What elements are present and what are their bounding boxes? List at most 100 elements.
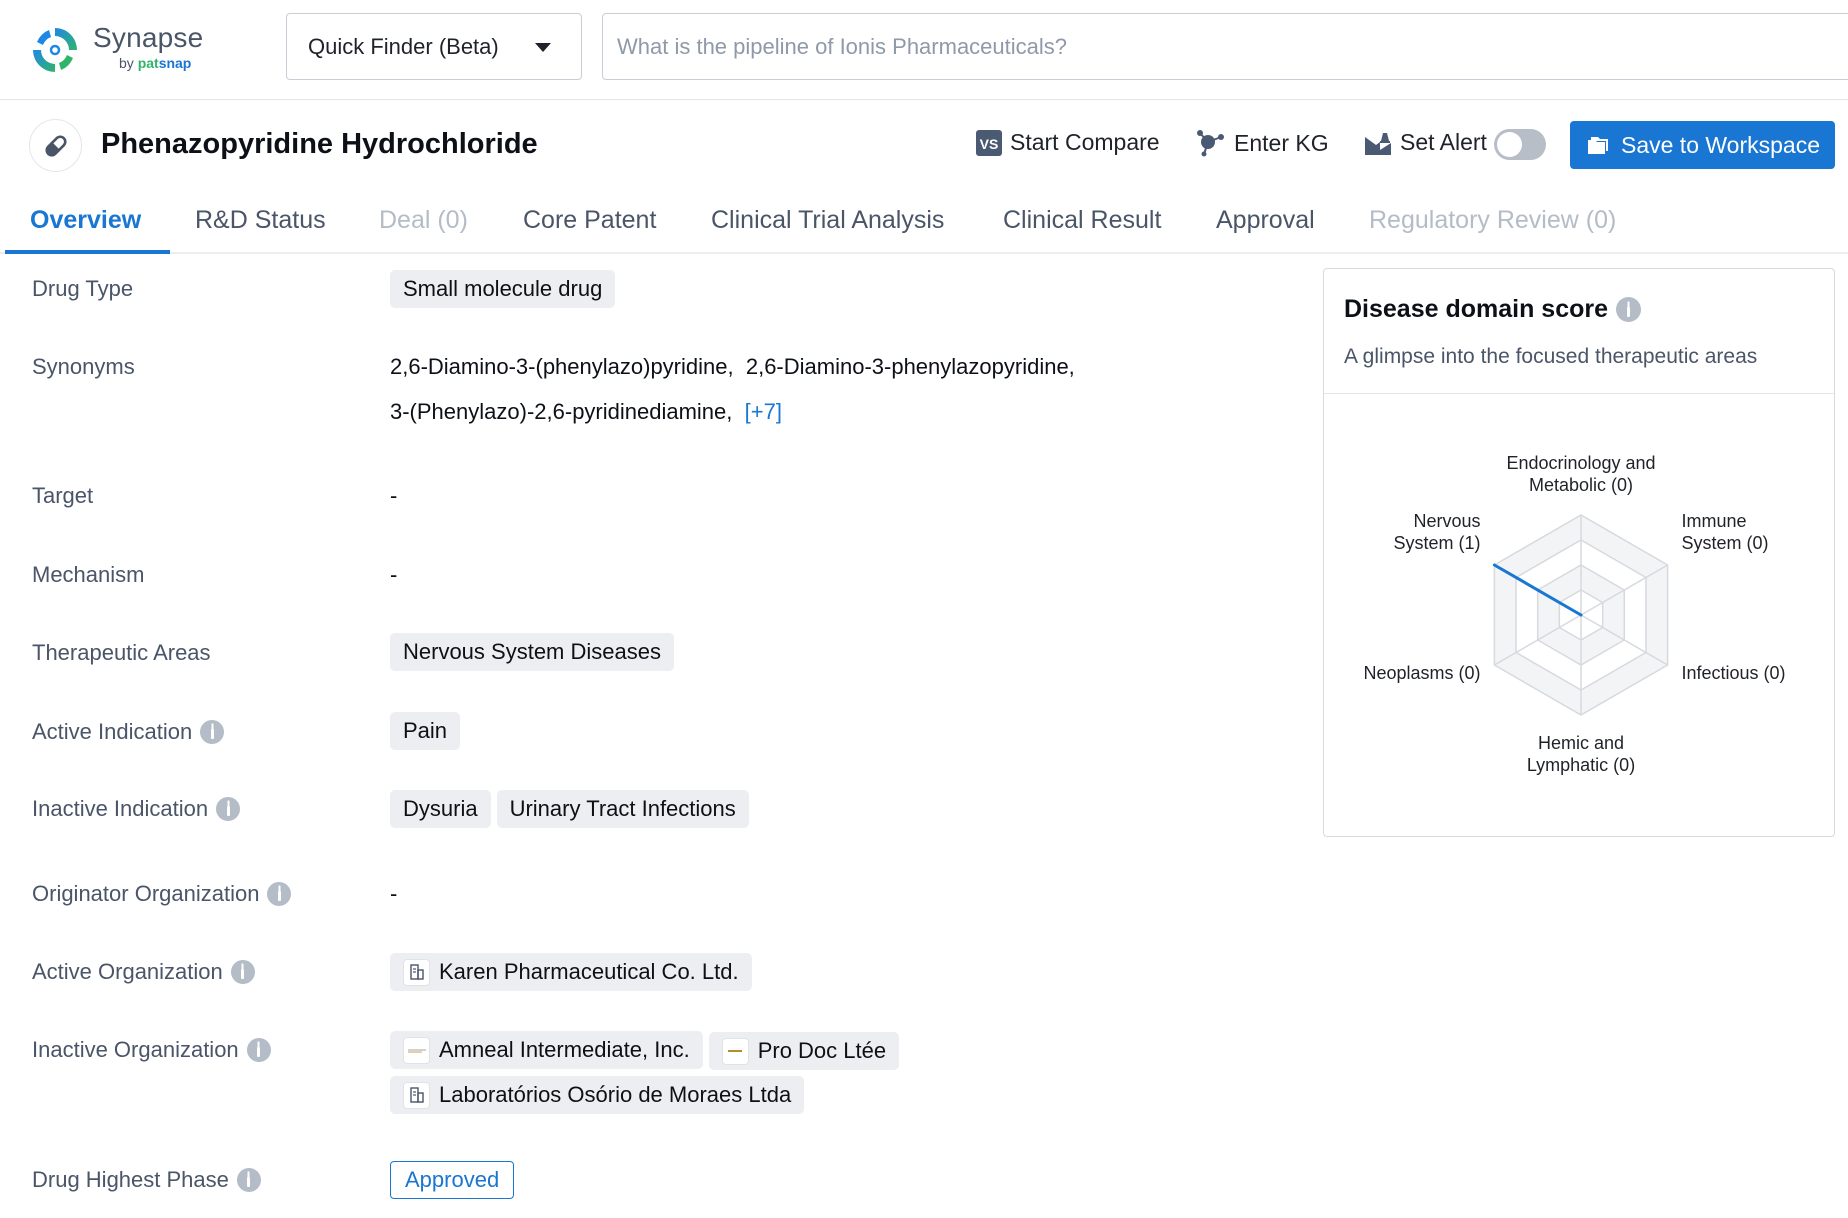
mechanism-label: Mechanism <box>32 562 144 588</box>
card-title-text: Disease domain score <box>1344 295 1609 323</box>
radar-axis-label: Infectious (0) <box>1681 663 1785 683</box>
knowledge-graph-icon <box>1197 130 1224 157</box>
folder-icon <box>1587 137 1608 154</box>
active-tab-indicator <box>5 250 170 254</box>
radar-axis-label: Nervous System (1) <box>1394 511 1481 553</box>
synonym-item: 3-(Phenylazo)-2,6-pyridinediamine, <box>390 399 733 424</box>
radar-axis-label-line: Immune <box>1681 511 1746 531</box>
logo-text: Synapse <box>93 22 204 53</box>
inactive-organization-label: Inactive Organization <box>32 1037 271 1063</box>
radar-axis-label-line: Metabolic (0) <box>1529 475 1633 495</box>
organization-chip[interactable]: Karen Pharmaceutical Co. Ltd. <box>390 953 752 991</box>
synonyms-more-link[interactable]: [+7] <box>745 399 782 424</box>
start-compare-button[interactable]: VS Start Compare <box>976 129 1160 156</box>
tab-regulatory-review[interactable]: Regulatory Review (0) <box>1369 206 1616 235</box>
set-alert-button[interactable]: Set Alert <box>1364 129 1487 156</box>
inactive-organization-value-line-2: Laboratórios Osório de Moraes Ltda <box>390 1076 810 1114</box>
radar-axis-label-line: Endocrinology and <box>1506 453 1655 473</box>
mechanism-label-text: Mechanism <box>32 562 145 587</box>
organization-name: Laboratórios Osório de Moraes Ltda <box>439 1082 792 1107</box>
active-indication-label: Active Indication <box>32 719 225 745</box>
target-value: - <box>390 483 398 508</box>
logo-subtitle: by patsnap <box>119 55 191 71</box>
amneal-logo-icon <box>403 1036 430 1064</box>
drug-type-chip: Small molecule drug <box>390 270 616 308</box>
set-alert-toggle[interactable] <box>1494 129 1546 160</box>
drug-type-label: Drug Type <box>32 276 133 302</box>
radar-axis-label-line: Hemic and <box>1538 733 1624 753</box>
radar-axis-label: Endocrinology and Metabolic (0) <box>1506 453 1655 495</box>
organization-name: Amneal Intermediate, Inc. <box>439 1037 690 1062</box>
card-title: Disease domain score <box>1344 295 1642 324</box>
building-icon <box>403 958 430 986</box>
search-input[interactable] <box>617 33 1848 60</box>
page-title: Phenazopyridine Hydrochloride <box>101 128 538 160</box>
organization-name: Pro Doc Ltée <box>757 1038 887 1063</box>
therapeutic-area-chip[interactable]: Nervous System Diseases <box>390 633 674 671</box>
mechanism-value: - <box>390 562 398 587</box>
info-icon[interactable] <box>267 882 292 906</box>
radar-chart: Endocrinology and Metabolic (0) Immune Syst… <box>1363 453 1785 775</box>
radar-axis-label-line: System (0) <box>1681 533 1768 553</box>
info-icon[interactable] <box>216 797 241 821</box>
set-alert-label: Set Alert <box>1400 129 1487 155</box>
disease-domain-card: Disease domain score A glimpse into the … <box>1323 268 1835 837</box>
radar-axis-label: Immune System (0) <box>1681 511 1768 553</box>
synonyms-label-text: Synonyms <box>32 354 135 379</box>
indication-chip[interactable]: Dysuria <box>390 790 491 828</box>
compare-icon: VS <box>976 129 1002 156</box>
inactive-organization-label-text: Inactive Organization <box>32 1037 239 1062</box>
organization-chip[interactable]: Amneal Intermediate, Inc. <box>390 1031 703 1069</box>
originator-organization-label-text: Originator Organization <box>32 881 260 906</box>
radar-axis-label: Neoplasms (0) <box>1363 663 1480 683</box>
drug-highest-phase-label-text: Drug Highest Phase <box>32 1167 229 1192</box>
radar-axis-label: Hemic and Lymphatic (0) <box>1527 733 1635 775</box>
building-icon <box>403 1081 430 1109</box>
svg-text:VS: VS <box>980 136 999 152</box>
tab-rd-status[interactable]: R&D Status <box>195 206 326 235</box>
synapse-logo-icon[interactable] <box>29 24 81 76</box>
radar-axis-label-line: Neoplasms (0) <box>1363 663 1480 683</box>
therapeutic-areas-label: Therapeutic Areas <box>32 640 211 666</box>
info-icon[interactable] <box>200 720 225 744</box>
active-organization-label: Active Organization <box>32 959 255 985</box>
originator-organization-label: Originator Organization <box>32 881 292 907</box>
info-icon[interactable] <box>230 960 255 984</box>
target-label: Target <box>32 483 93 509</box>
quick-finder-dropdown[interactable]: Quick Finder (Beta) <box>286 13 582 80</box>
inactive-indication-label: Inactive Indication <box>32 796 241 822</box>
tab-overview[interactable]: Overview <box>30 206 141 235</box>
tab-bar: Overview R&D Status Deal (0) Core Patent… <box>0 196 1848 254</box>
indication-chip[interactable]: Urinary Tract Infections <box>496 790 749 828</box>
logo-sub-snap: snap <box>158 55 192 71</box>
active-indication-label-text: Active Indication <box>32 719 193 744</box>
therapeutic-areas-label-text: Therapeutic Areas <box>32 640 211 665</box>
organization-chip[interactable]: Laboratórios Osório de Moraes Ltda <box>390 1076 805 1114</box>
info-icon[interactable] <box>246 1038 271 1062</box>
drug-highest-phase-value: Approved <box>390 1161 515 1199</box>
search-box[interactable] <box>602 13 1848 80</box>
synonym-line-1: 2,6-Diamino-3-(phenylazo)pyridine, 2,6-D… <box>390 354 1075 380</box>
toggle-knob <box>1497 132 1522 157</box>
start-compare-label: Start Compare <box>1010 129 1160 155</box>
tab-core-patent[interactable]: Core Patent <box>523 206 656 235</box>
target-label-text: Target <box>32 483 94 508</box>
indication-chip[interactable]: Pain <box>390 712 461 750</box>
organization-name: Karen Pharmaceutical Co. Ltd. <box>439 959 739 984</box>
tab-approval[interactable]: Approval <box>1216 206 1315 235</box>
enter-kg-button[interactable]: Enter KG <box>1196 129 1329 157</box>
quick-finder-label: Quick Finder (Beta) <box>308 33 499 59</box>
info-icon[interactable] <box>236 1168 261 1192</box>
active-organization-value: Karen Pharmaceutical Co. Ltd. <box>390 953 758 991</box>
tab-deal[interactable]: Deal (0) <box>379 206 468 235</box>
tab-clinical-result[interactable]: Clinical Result <box>1003 206 1161 235</box>
inactive-organization-value-line-1: Amneal Intermediate, Inc. Pro Doc Ltée <box>390 1031 905 1070</box>
save-to-workspace-label: Save to Workspace <box>1620 131 1820 158</box>
info-icon[interactable] <box>1616 297 1642 322</box>
save-to-workspace-button[interactable]: Save to Workspace <box>1570 121 1835 169</box>
phase-badge: Approved <box>390 1161 515 1199</box>
organization-chip[interactable]: Pro Doc Ltée <box>708 1032 900 1070</box>
tab-clinical-trial-analysis[interactable]: Clinical Trial Analysis <box>711 206 944 235</box>
drug-highest-phase-label: Drug Highest Phase <box>32 1167 261 1193</box>
caret-down-icon <box>535 43 551 52</box>
